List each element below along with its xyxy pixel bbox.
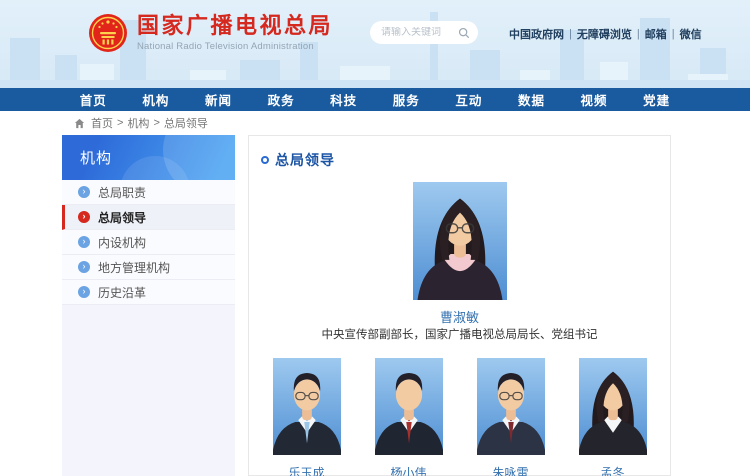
site-logo[interactable]: 国家广播电视总局 National Radio Television Admin… bbox=[88, 13, 333, 53]
link-gov-website[interactable]: 中国政府网 bbox=[509, 26, 564, 42]
breadcrumb-separator: > bbox=[153, 117, 159, 129]
leader-photo-featured[interactable] bbox=[413, 182, 507, 300]
link-wechat[interactable]: 微信 bbox=[680, 26, 702, 42]
search-box[interactable] bbox=[370, 21, 478, 44]
chevron-circle-icon bbox=[78, 286, 90, 298]
sidebar-item-label: 总局职责 bbox=[98, 184, 146, 201]
breadcrumb-home[interactable]: 首页 bbox=[91, 115, 113, 131]
sidebar-title: 机构 bbox=[62, 135, 235, 180]
bullet-ring-icon bbox=[261, 156, 269, 164]
nav-item-interaction[interactable]: 互动 bbox=[438, 88, 501, 111]
chevron-circle-icon bbox=[78, 261, 90, 273]
sidebar-item-label: 总局领导 bbox=[98, 209, 146, 226]
home-icon bbox=[74, 118, 85, 129]
search-input[interactable] bbox=[381, 27, 453, 38]
top-links: 中国政府网 | 无障碍浏览 | 邮箱 | 微信 bbox=[509, 26, 702, 42]
section-header: 总局领导 bbox=[261, 150, 335, 170]
nav-item-video[interactable]: 视频 bbox=[563, 88, 626, 111]
leader-name[interactable]: 杨小伟 bbox=[375, 464, 443, 476]
leader-card[interactable]: 杨小伟 bbox=[375, 358, 443, 476]
link-separator: | bbox=[569, 28, 572, 40]
leader-card[interactable]: 乐玉成 bbox=[273, 358, 341, 476]
page-title: 总局领导 bbox=[275, 150, 335, 170]
content-card: 总局领导 曹淑敏 中央宣传部副部长，国家广播电视总局局长、党组书记 乐玉成 杨小… bbox=[248, 135, 671, 476]
sidebar-item-label: 历史沿革 bbox=[98, 284, 146, 301]
chevron-circle-icon bbox=[78, 211, 90, 223]
nav-item-organization[interactable]: 机构 bbox=[125, 88, 188, 111]
site-title: 国家广播电视总局 bbox=[137, 14, 333, 38]
sidebar-item-label: 地方管理机构 bbox=[98, 259, 170, 276]
logo-text-block: 国家广播电视总局 National Radio Television Admin… bbox=[137, 14, 333, 52]
nav-item-news[interactable]: 新闻 bbox=[187, 88, 250, 111]
sidebar-item-internal-orgs[interactable]: 内设机构 bbox=[62, 230, 235, 255]
leader-name[interactable]: 乐玉成 bbox=[273, 464, 341, 476]
chevron-circle-icon bbox=[78, 186, 90, 198]
leader-name[interactable]: 朱咏雷 bbox=[477, 464, 545, 476]
sidebar-item-duties[interactable]: 总局职责 bbox=[62, 180, 235, 205]
leader-photo[interactable] bbox=[375, 358, 443, 455]
nav-items: 首页 机构 新闻 政务 科技 服务 互动 数据 视频 党建 bbox=[62, 88, 688, 111]
sidebar: 机构 总局职责 总局领导 内设机构 地方管理机构 历史沿革 bbox=[62, 135, 235, 476]
link-separator: | bbox=[672, 28, 675, 40]
link-separator: | bbox=[637, 28, 640, 40]
nav-item-services[interactable]: 服务 bbox=[375, 88, 438, 111]
sidebar-item-local-admin[interactable]: 地方管理机构 bbox=[62, 255, 235, 280]
nav-item-data[interactable]: 数据 bbox=[500, 88, 563, 111]
site-subtitle: National Radio Television Administration bbox=[137, 41, 333, 52]
sidebar-item-label: 内设机构 bbox=[98, 234, 146, 251]
main-nav: 首页 机构 新闻 政务 科技 服务 互动 数据 视频 党建 bbox=[0, 88, 750, 111]
national-emblem-icon bbox=[88, 13, 128, 53]
sidebar-menu: 总局职责 总局领导 内设机构 地方管理机构 历史沿革 bbox=[62, 180, 235, 305]
nav-item-gov-affairs[interactable]: 政务 bbox=[250, 88, 313, 111]
chevron-circle-icon bbox=[78, 236, 90, 248]
leader-card[interactable]: 朱咏雷 bbox=[477, 358, 545, 476]
leader-card[interactable]: 孟冬 bbox=[579, 358, 647, 476]
link-accessibility[interactable]: 无障碍浏览 bbox=[577, 26, 632, 42]
search-icon[interactable] bbox=[458, 27, 470, 39]
breadcrumb: 首页 > 机构 > 总局领导 bbox=[74, 111, 208, 135]
sidebar-item-leaders[interactable]: 总局领导 bbox=[62, 205, 235, 230]
nav-item-sci-tech[interactable]: 科技 bbox=[312, 88, 375, 111]
link-mail[interactable]: 邮箱 bbox=[645, 26, 667, 42]
leader-photo[interactable] bbox=[477, 358, 545, 455]
leader-name[interactable]: 孟冬 bbox=[579, 464, 647, 476]
breadcrumb-org[interactable]: 机构 bbox=[127, 115, 149, 131]
site-header: 国家广播电视总局 National Radio Television Admin… bbox=[0, 0, 750, 88]
sidebar-item-history[interactable]: 历史沿革 bbox=[62, 280, 235, 305]
nav-item-party-building[interactable]: 党建 bbox=[625, 88, 688, 111]
leader-photo[interactable] bbox=[579, 358, 647, 455]
breadcrumb-leaders[interactable]: 总局领导 bbox=[164, 115, 208, 131]
breadcrumb-separator: > bbox=[117, 117, 123, 129]
nav-item-home[interactable]: 首页 bbox=[62, 88, 125, 111]
page: 国家广播电视总局 National Radio Television Admin… bbox=[0, 0, 750, 476]
leader-title-featured: 中央宣传部副部长，国家广播电视总局局长、党组书记 bbox=[249, 326, 670, 342]
leader-name-featured[interactable]: 曹淑敏 bbox=[249, 307, 670, 326]
leaders-row: 乐玉成 杨小伟 朱咏雷 孟冬 bbox=[249, 358, 670, 476]
leader-photo[interactable] bbox=[273, 358, 341, 455]
